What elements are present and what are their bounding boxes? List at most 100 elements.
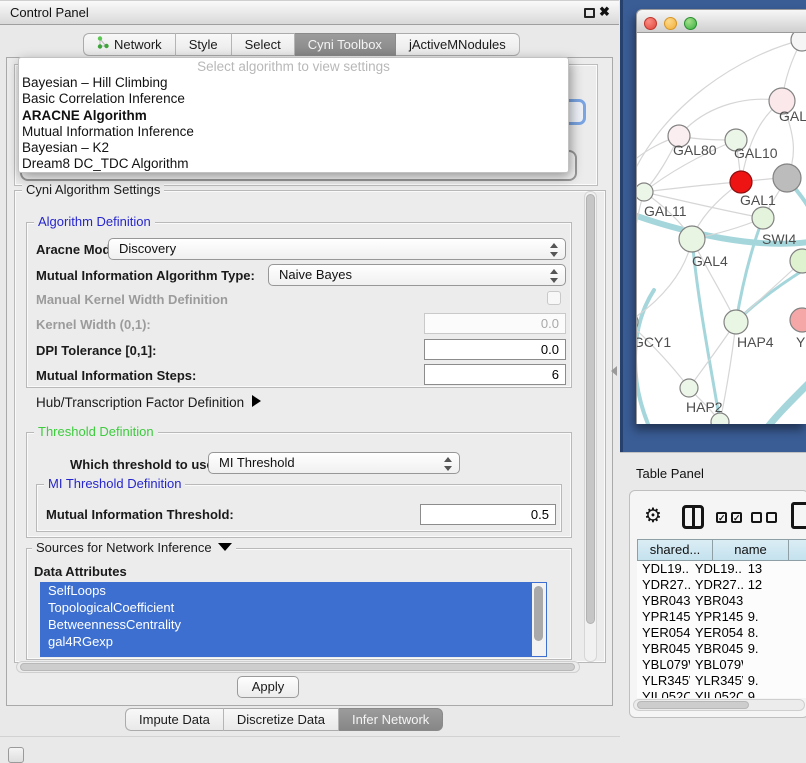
network-edge[interactable] [764, 382, 806, 424]
table-row[interactable]: YLR345WYLR345W9. [637, 673, 806, 689]
export-table-icon[interactable] [791, 502, 806, 529]
tab-network[interactable]: Network [83, 33, 176, 56]
data-attributes-list[interactable]: SelfLoopsTopologicalCoefficientBetweenne… [40, 582, 547, 657]
table-row[interactable]: YBR043CYBR043C [637, 593, 806, 609]
algorithm-dropdown[interactable]: Select algorithm to view settings Bayesi… [18, 57, 569, 173]
algorithm-option-mutual-information-inference[interactable]: Mutual Information Inference [19, 124, 568, 140]
column-header-extra[interactable] [789, 539, 806, 561]
table-cell[interactable]: YDL19... [637, 561, 690, 577]
table-cell[interactable]: YBL079W [637, 657, 690, 673]
table-cell[interactable]: YER054C [637, 625, 690, 641]
table-horizontal-scrollbar[interactable] [633, 699, 805, 711]
network-node-hap4[interactable] [724, 310, 748, 334]
tab-cyni-toolbox[interactable]: Cyni Toolbox [295, 33, 396, 56]
scrollbar-thumb[interactable] [534, 586, 543, 641]
aracne-mode-combo[interactable]: Discovery [108, 238, 566, 260]
table-cell[interactable]: YIL052C [637, 689, 690, 698]
algorithm-option-bayesian-k2[interactable]: Bayesian – K2 [19, 140, 568, 156]
network-node-y[interactable] [790, 308, 806, 332]
table-row[interactable]: YER054CYER054C8. [637, 625, 806, 641]
scrollbar-thumb[interactable] [20, 663, 575, 671]
scrollbar-thumb[interactable] [637, 701, 749, 709]
network-edge[interactable] [644, 182, 741, 192]
checked-checkbox-icon[interactable]: ✓ [731, 512, 742, 523]
scrollbar-thumb[interactable] [586, 194, 595, 624]
network-window-titlebar[interactable] [636, 9, 806, 33]
table-cell[interactable]: 9. [743, 641, 806, 657]
hub-definition-expander[interactable]: Hub/Transcription Factor Definition [36, 395, 261, 410]
table-row[interactable]: YBL079WYBL079W [637, 657, 806, 673]
sources-legend[interactable]: Sources for Network Inference [32, 541, 236, 555]
table-cell[interactable]: 12 [743, 577, 806, 593]
network-node-gal4[interactable] [679, 226, 705, 252]
table-cell[interactable]: 9 [743, 689, 806, 698]
table-cell[interactable]: YBR043C [637, 593, 690, 609]
table-row[interactable]: YBR045CYBR045C9. [637, 641, 806, 657]
minimized-panel-icon[interactable] [8, 747, 24, 763]
which-threshold-combo[interactable]: MI Threshold [208, 452, 460, 474]
table-row[interactable]: YDL19...YDL19...13 [637, 561, 806, 577]
mi-threshold-field[interactable]: 0.5 [420, 504, 556, 525]
table-cell[interactable]: YPR145W [637, 609, 690, 625]
network-edge[interactable] [736, 218, 763, 322]
network-canvas[interactable]: GALGAL80GAL10GAL11GAL1GAL4SWI4GCY1HAP4YH… [636, 33, 806, 424]
table-row[interactable]: YPR145WYPR145W9. [637, 609, 806, 625]
network-edge[interactable] [637, 239, 692, 322]
table-row[interactable]: YIL052CYIL052C9 [637, 689, 806, 698]
table-cell[interactable]: 9. [743, 673, 806, 689]
gear-icon[interactable]: ⚙ [644, 503, 662, 528]
network-node[interactable] [730, 171, 752, 193]
columns-icon[interactable] [682, 505, 704, 529]
mi-steps-field[interactable]: 6 [424, 364, 566, 385]
table-cell[interactable]: YER054C [690, 625, 743, 641]
table-cell[interactable]: YPR145W [690, 609, 743, 625]
table-cell[interactable] [743, 593, 806, 609]
splitter-collapse-icon[interactable] [611, 366, 617, 376]
table-cell[interactable]: YBR045C [690, 641, 743, 657]
column-header-name[interactable]: name [713, 539, 789, 561]
bottom-tab-infer-network[interactable]: Infer Network [339, 708, 443, 731]
minimize-traffic-light-icon[interactable] [664, 17, 677, 30]
tab-jactivemnodules[interactable]: jActiveMNodules [396, 33, 520, 56]
dpi-tolerance-field[interactable]: 0.0 [424, 339, 566, 360]
tab-style[interactable]: Style [176, 33, 232, 56]
attribute-item-selfloops[interactable]: SelfLoops [40, 582, 547, 599]
settings-horizontal-scrollbar[interactable] [16, 661, 580, 673]
network-edge[interactable] [637, 322, 689, 388]
attribute-item-gal4rgexp[interactable]: gal4RGexp [40, 633, 547, 650]
mi-algorithm-type-combo[interactable]: Naive Bayes [268, 264, 566, 286]
table-cell[interactable]: YDR27... [637, 577, 690, 593]
table-row[interactable]: YDR27...YDR27...12 [637, 577, 806, 593]
unchecked-checkbox-icon[interactable] [766, 512, 777, 523]
zoom-traffic-light-icon[interactable] [684, 17, 697, 30]
close-traffic-light-icon[interactable] [644, 17, 657, 30]
float-window-icon[interactable] [584, 8, 595, 18]
table-cell[interactable]: 13 [743, 561, 806, 577]
table-cell[interactable]: YBL079W [690, 657, 743, 673]
network-edge[interactable] [637, 192, 644, 322]
attribute-item-topologicalcoefficient[interactable]: TopologicalCoefficient [40, 599, 547, 616]
network-node-hap2[interactable] [680, 379, 698, 397]
table-cell[interactable]: 8. [743, 625, 806, 641]
table-cell[interactable]: YLR345W [637, 673, 690, 689]
column-header-shared-[interactable]: shared... [637, 539, 713, 561]
kernel-width-field[interactable]: 0.0 [424, 313, 566, 334]
table-cell[interactable]: YDR27... [690, 577, 743, 593]
network-node[interactable] [773, 164, 801, 192]
close-icon[interactable]: ✖ [599, 4, 610, 20]
network-node[interactable] [791, 33, 806, 51]
apply-button[interactable]: Apply [237, 676, 299, 698]
network-edge[interactable] [692, 239, 736, 322]
attribute-item-betweennesscentrality[interactable]: BetweennessCentrality [40, 616, 547, 633]
algorithm-option-aracne-algorithm[interactable]: ARACNE Algorithm [19, 108, 568, 124]
unchecked-checkbox-icon[interactable] [751, 512, 762, 523]
algorithm-option-basic-correlation-inference[interactable]: Basic Correlation Inference [19, 91, 568, 107]
settings-vertical-scrollbar[interactable] [584, 191, 597, 662]
tab-select[interactable]: Select [232, 33, 295, 56]
network-window[interactable]: GALGAL80GAL10GAL11GAL1GAL4SWI4GCY1HAP4YH… [636, 9, 806, 424]
algorithm-option-dream8-dc-tdc-algorithm[interactable]: Dream8 DC_TDC Algorithm [19, 156, 568, 172]
bottom-tab-impute-data[interactable]: Impute Data [125, 708, 224, 731]
manual-kernel-width-checkbox[interactable] [547, 291, 561, 305]
network-node-gal1[interactable] [752, 207, 774, 229]
table-cell[interactable]: YDL19... [690, 561, 743, 577]
